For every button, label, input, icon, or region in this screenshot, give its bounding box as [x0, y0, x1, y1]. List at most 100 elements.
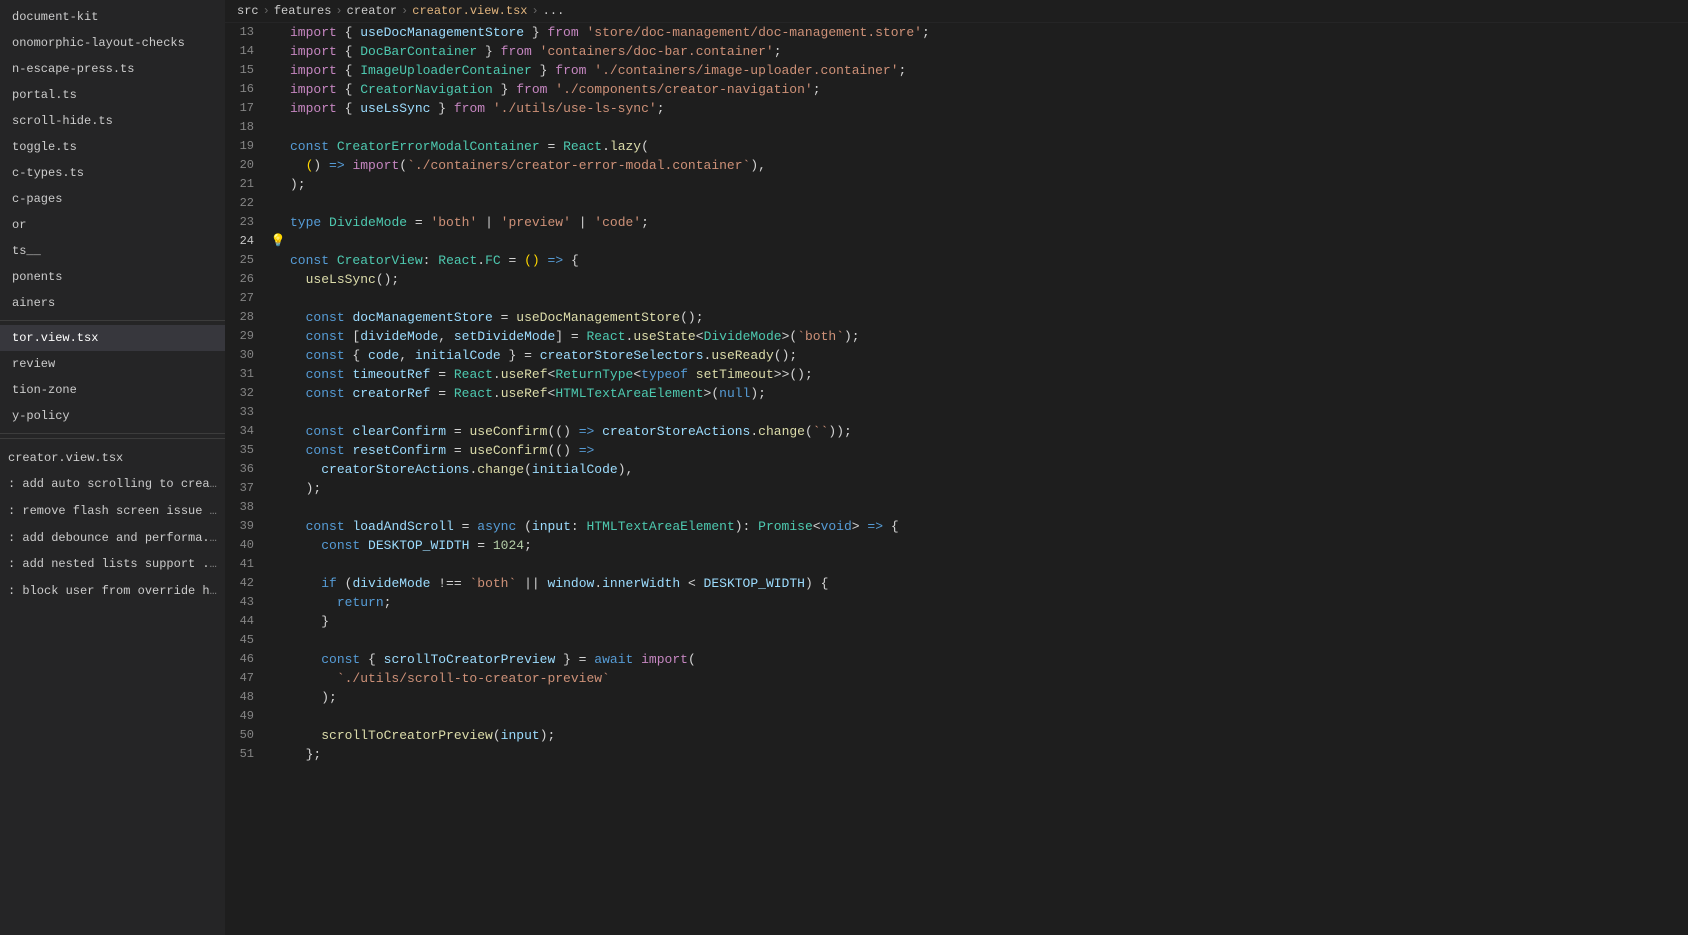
- breadcrumb-sep-3: ›: [401, 4, 408, 18]
- line-gutter-24: 💡: [270, 232, 286, 251]
- sidebar-divider: [0, 320, 225, 321]
- line-content-42: if (divideMode !== `both` || window.inne…: [286, 574, 1688, 593]
- sidebar-item-ainers[interactable]: ainers: [0, 290, 225, 316]
- code-editor[interactable]: 13 import { useDocManagementStore } from…: [225, 23, 1688, 935]
- line-num-13: 13: [225, 23, 270, 42]
- sidebar-item-portal[interactable]: portal.ts: [0, 82, 225, 108]
- sidebar-item-cpages[interactable]: c-pages: [0, 186, 225, 212]
- code-line-49: 49: [225, 707, 1688, 726]
- line-num-37: 37: [225, 479, 270, 498]
- line-num-47: 47: [225, 669, 270, 688]
- code-line-44: 44 }: [225, 612, 1688, 631]
- line-num-32: 32: [225, 384, 270, 403]
- code-line-40: 40 const DESKTOP_WIDTH = 1024;: [225, 536, 1688, 555]
- line-num-44: 44: [225, 612, 270, 631]
- line-content-35: const resetConfirm = useConfirm(() =>: [286, 441, 1688, 460]
- git-section: creator.view.tsx : add auto scrolling to…: [0, 438, 225, 610]
- line-num-30: 30: [225, 346, 270, 365]
- line-num-40: 40: [225, 536, 270, 555]
- line-content-27: [286, 289, 1688, 308]
- code-line-30: 30 const { code, initialCode } = creator…: [225, 346, 1688, 365]
- code-line-16: 16 import { CreatorNavigation } from './…: [225, 80, 1688, 99]
- line-num-46: 46: [225, 650, 270, 669]
- line-num-38: 38: [225, 498, 270, 517]
- code-line-15: 15 import { ImageUploaderContainer } fro…: [225, 61, 1688, 80]
- git-filename[interactable]: creator.view.tsx: [0, 445, 225, 471]
- git-msg-2: : remove flash screen issue in...: [8, 504, 225, 518]
- line-num-22: 22: [225, 194, 270, 213]
- breadcrumb-ellipsis: ...: [543, 4, 565, 18]
- sidebar-item-ctypes[interactable]: c-types.ts: [0, 160, 225, 186]
- code-line-14: 14 import { DocBarContainer } from 'cont…: [225, 42, 1688, 61]
- code-line-21: 21 );: [225, 175, 1688, 194]
- line-num-15: 15: [225, 61, 270, 80]
- code-line-51: 51 };: [225, 745, 1688, 764]
- line-num-19: 19: [225, 137, 270, 156]
- breadcrumb-features: features: [274, 4, 332, 18]
- line-num-43: 43: [225, 593, 270, 612]
- line-num-31: 31: [225, 365, 270, 384]
- line-num-26: 26: [225, 270, 270, 289]
- git-filename-label: creator.view.tsx: [8, 451, 123, 465]
- code-line-45: 45: [225, 631, 1688, 650]
- editor-area: src › features › creator › creator.view.…: [225, 0, 1688, 935]
- sidebar-item-review[interactable]: review: [0, 351, 225, 377]
- sidebar-item-toggle[interactable]: toggle.ts: [0, 134, 225, 160]
- line-content-51: };: [286, 745, 1688, 764]
- sidebar: document-kit onomorphic-layout-checks n-…: [0, 0, 225, 935]
- code-line-46: 46 const { scrollToCreatorPreview } = aw…: [225, 650, 1688, 669]
- sidebar-item-view-tsx[interactable]: tor.view.tsx: [0, 325, 225, 351]
- file-list: document-kit onomorphic-layout-checks n-…: [0, 0, 225, 935]
- git-commit-4[interactable]: : add nested lists support ... 3 mos: [0, 551, 225, 578]
- git-msg-5: : block user from override his o...: [8, 584, 225, 598]
- line-num-35: 35: [225, 441, 270, 460]
- line-content-46: const { scrollToCreatorPreview } = await…: [286, 650, 1688, 669]
- line-content-44: }: [286, 612, 1688, 631]
- code-line-25: 25 const CreatorView: React.FC = () => {: [225, 251, 1688, 270]
- line-content-43: return;: [286, 593, 1688, 612]
- line-content-50: scrollToCreatorPreview(input);: [286, 726, 1688, 745]
- sidebar-item-escape[interactable]: n-escape-press.ts: [0, 56, 225, 82]
- line-content-47: `./utils/scroll-to-creator-preview`: [286, 669, 1688, 688]
- git-commit-3[interactable]: : add debounce and performa...: [0, 525, 225, 551]
- line-content-32: const creatorRef = React.useRef<HTMLText…: [286, 384, 1688, 403]
- git-msg-3: : add debounce and performa...: [8, 531, 224, 545]
- git-commit-2[interactable]: : remove flash screen issue in... 1 mo: [0, 498, 225, 525]
- line-content-34: const clearConfirm = useConfirm(() => cr…: [286, 422, 1688, 441]
- sidebar-item-policy[interactable]: y-policy: [0, 403, 225, 429]
- lightbulb-icon[interactable]: 💡: [271, 232, 286, 251]
- sidebar-item-onomorphic[interactable]: onomorphic-layout-checks: [0, 30, 225, 56]
- sidebar-item-scroll-hide[interactable]: scroll-hide.ts: [0, 108, 225, 134]
- line-content-30: const { code, initialCode } = creatorSto…: [286, 346, 1688, 365]
- line-num-29: 29: [225, 327, 270, 346]
- line-content-16: import { CreatorNavigation } from './com…: [286, 80, 1688, 99]
- breadcrumb-creator: creator: [347, 4, 397, 18]
- code-line-41: 41: [225, 555, 1688, 574]
- git-divider: [0, 433, 225, 434]
- line-num-16: 16: [225, 80, 270, 99]
- line-content-37: );: [286, 479, 1688, 498]
- code-line-28: 28 const docManagementStore = useDocMana…: [225, 308, 1688, 327]
- line-content-18: [286, 118, 1688, 137]
- sidebar-item-ponents[interactable]: ponents: [0, 264, 225, 290]
- line-content-22: [286, 194, 1688, 213]
- sidebar-item-document-kit[interactable]: document-kit: [0, 4, 225, 30]
- code-line-43: 43 return;: [225, 593, 1688, 612]
- code-line-33: 33: [225, 403, 1688, 422]
- git-msg-4: : add nested lists support ...: [8, 557, 224, 571]
- git-commit-5[interactable]: : block user from override his o...: [0, 578, 225, 604]
- breadcrumb-sep-4: ›: [531, 4, 538, 18]
- code-line-13: 13 import { useDocManagementStore } from…: [225, 23, 1688, 42]
- code-line-27: 27: [225, 289, 1688, 308]
- line-content-38: [286, 498, 1688, 517]
- sidebar-item-tion-zone[interactable]: tion-zone: [0, 377, 225, 403]
- line-content-23: type DivideMode = 'both' | 'preview' | '…: [286, 213, 1688, 232]
- line-num-21: 21: [225, 175, 270, 194]
- git-commit-1[interactable]: : add auto scrolling to crea... 18 hrs: [0, 471, 225, 498]
- line-num-24: 24: [225, 232, 270, 251]
- sidebar-item-ts[interactable]: ts__: [0, 238, 225, 264]
- sidebar-item-or[interactable]: or: [0, 212, 225, 238]
- line-content-14: import { DocBarContainer } from 'contain…: [286, 42, 1688, 61]
- line-num-50: 50: [225, 726, 270, 745]
- code-line-34: 34 const clearConfirm = useConfirm(() =>…: [225, 422, 1688, 441]
